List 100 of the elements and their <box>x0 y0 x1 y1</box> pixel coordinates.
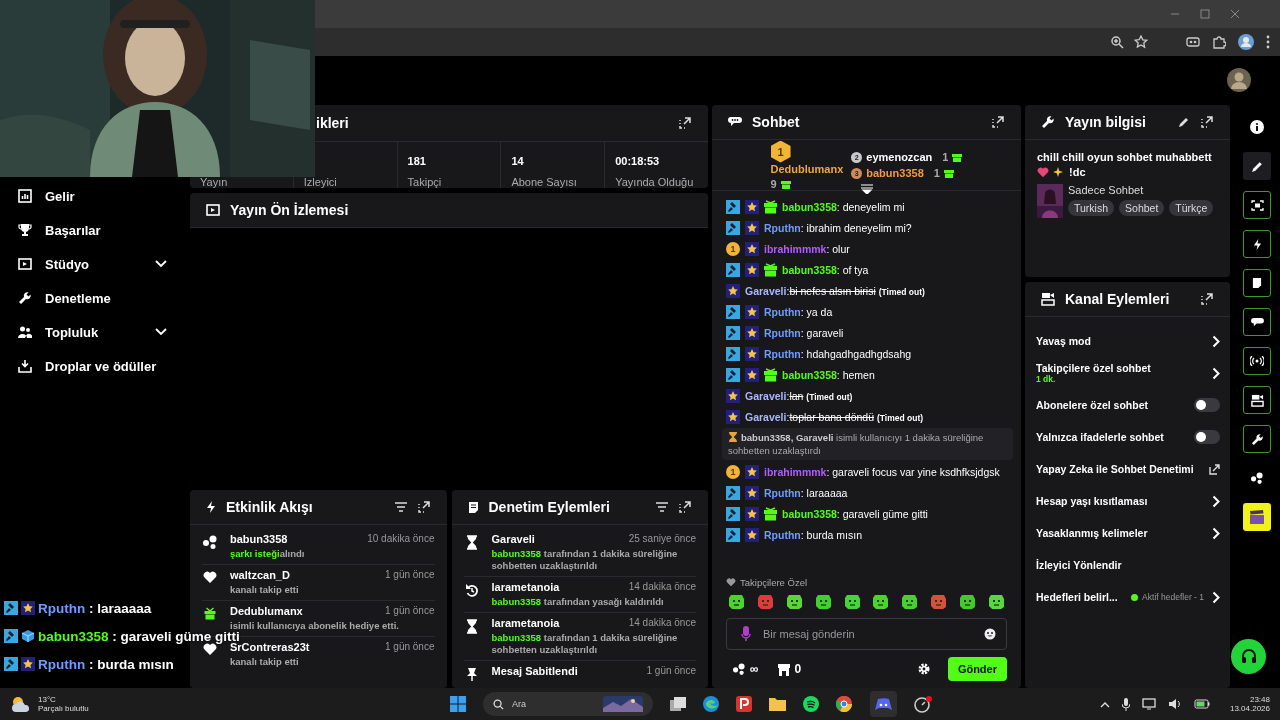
chevron-icon[interactable] <box>154 259 168 269</box>
chevron-right-icon[interactable] <box>1212 366 1220 380</box>
profile-avatar[interactable] <box>1238 34 1254 50</box>
stat-label: İzleyici <box>303 176 338 188</box>
emote-icon[interactable] <box>959 593 976 610</box>
close-icon[interactable] <box>1230 9 1240 19</box>
category-name[interactable]: Sadece Sohbet <box>1068 184 1214 196</box>
rail-button[interactable] <box>1243 269 1271 297</box>
extension-icon[interactable] <box>1186 35 1200 49</box>
dots-icon[interactable] <box>732 663 746 675</box>
start-icon[interactable] <box>450 696 466 712</box>
toggle-switch[interactable] <box>1194 398 1220 412</box>
rail-button[interactable] <box>1243 503 1271 531</box>
folder-icon[interactable] <box>769 697 786 711</box>
action-label: Yavaş mod <box>1036 335 1092 347</box>
user-avatar[interactable] <box>1227 67 1251 92</box>
weather-icon[interactable] <box>10 695 32 713</box>
microphone-icon[interactable] <box>1121 697 1130 711</box>
chevron-right-icon[interactable] <box>1212 590 1220 604</box>
channel-action[interactable]: Yalnızca ifadelerle sohbet <box>1036 421 1220 453</box>
rail-button[interactable] <box>1243 347 1271 375</box>
rail-button[interactable] <box>1243 152 1271 180</box>
expand-icon[interactable] <box>678 116 692 130</box>
expand-icon[interactable] <box>678 500 692 514</box>
expand-icon[interactable] <box>991 115 1005 129</box>
channel-action[interactable]: Yasaklanmış kelimeler <box>1036 517 1220 549</box>
channel-action[interactable]: Yavaş mod <box>1036 325 1220 357</box>
battery-icon[interactable] <box>1193 699 1210 709</box>
channel-action[interactable]: Takipçilere özel sohbet 1 dk. <box>1036 357 1220 389</box>
emote-icon[interactable] <box>872 593 890 610</box>
expand-icon[interactable] <box>416 500 431 514</box>
emote-icon[interactable] <box>987 593 1005 610</box>
sidebar-item[interactable]: Droplar ve ödüller <box>0 349 186 383</box>
channel-action[interactable]: Hedefleri belirl... Aktif hedefler - 1 <box>1036 581 1220 613</box>
tag[interactable]: Türkçe <box>1169 200 1214 216</box>
message-input[interactable]: Bir mesaj gönderin <box>761 627 974 641</box>
expand-icon[interactable] <box>1200 115 1214 129</box>
channel-action[interactable]: Abonelere özel sohbet <box>1036 389 1220 421</box>
browser-icon[interactable] <box>703 696 719 712</box>
people-icon <box>18 325 32 339</box>
maximize-icon[interactable] <box>1200 9 1210 19</box>
chat-message: ibrahimmmk: olur <box>764 242 850 255</box>
toggle-switch[interactable] <box>1194 430 1220 444</box>
rail-button[interactable] <box>1243 425 1271 453</box>
rail-button[interactable] <box>1243 230 1271 258</box>
filter-icon[interactable] <box>656 502 668 512</box>
app-icon[interactable] <box>736 696 752 712</box>
speaker-icon[interactable] <box>1167 698 1182 710</box>
chevron-right-icon[interactable] <box>1212 494 1220 508</box>
chevron-icon[interactable] <box>154 327 168 337</box>
rail-button[interactable] <box>1243 191 1271 219</box>
filter-icon[interactable] <box>394 502 407 512</box>
gauge-icon[interactable] <box>914 695 932 713</box>
smiley-icon[interactable] <box>984 628 996 640</box>
expand-icon[interactable] <box>1200 292 1214 306</box>
chevron-right-icon[interactable] <box>1212 526 1220 540</box>
emote-icon[interactable] <box>728 593 745 610</box>
emote-icon[interactable] <box>930 593 948 610</box>
send-button[interactable]: Gönder <box>947 657 1007 681</box>
emote-icon[interactable] <box>814 593 832 610</box>
sidebar-item[interactable]: Başarılar <box>0 213 186 247</box>
menu-icon[interactable] <box>1266 35 1270 49</box>
sidebar-item[interactable]: Denetleme <box>0 281 186 315</box>
rail-button[interactable] <box>1243 308 1271 336</box>
message-box[interactable]: Bir mesaj gönderin <box>726 618 1007 650</box>
channel-action[interactable]: Hesap yaşı kısıtlaması <box>1036 485 1220 517</box>
action-label: Yalnızca ifadelerle sohbet <box>1036 431 1165 443</box>
settings-icon[interactable] <box>917 663 930 675</box>
tag[interactable]: Turkish <box>1068 200 1115 216</box>
emote-icon[interactable] <box>785 593 803 610</box>
sidebar-item[interactable]: Topluluk <box>0 315 186 349</box>
hammer-badge <box>4 601 18 615</box>
collapse-icon[interactable] <box>860 184 874 194</box>
store-icon[interactable] <box>776 662 791 676</box>
puzzle-icon[interactable] <box>1212 35 1226 49</box>
sidebar-item[interactable]: Stüdyo <box>0 247 186 281</box>
rail-button[interactable] <box>1243 386 1271 414</box>
browser-icon[interactable] <box>836 696 853 712</box>
windows-stack-icon[interactable] <box>670 697 686 711</box>
external-link-icon[interactable] <box>1209 463 1220 475</box>
star-icon[interactable] <box>1134 35 1148 49</box>
game-controller-icon[interactable] <box>875 698 892 711</box>
channel-action[interactable]: Yapay Zeka ile Sohbet Denetimi <box>1036 453 1220 485</box>
channel-action[interactable]: İzleyici Yönlendir <box>1036 549 1220 581</box>
sidebar-item[interactable]: Gelir <box>0 179 186 213</box>
monitor-icon[interactable] <box>1141 698 1156 710</box>
pencil-icon[interactable] <box>1178 116 1190 128</box>
panel-title: Kanal Eylemleri <box>1065 291 1171 307</box>
emote-icon[interactable] <box>756 593 774 610</box>
music-app-icon[interactable] <box>803 696 819 712</box>
chevron-right-icon[interactable] <box>1212 334 1220 348</box>
chevron-up-icon[interactable] <box>1099 700 1110 708</box>
zoom-icon[interactable] <box>1110 35 1124 49</box>
tag[interactable]: Sohbet <box>1119 200 1165 216</box>
support-button[interactable] <box>1231 639 1266 674</box>
emote-icon[interactable] <box>843 593 861 610</box>
star-badge <box>745 346 759 361</box>
emote-icon[interactable] <box>901 593 919 610</box>
search-field[interactable]: Ara <box>483 692 653 716</box>
headset-icon <box>1239 647 1258 666</box>
